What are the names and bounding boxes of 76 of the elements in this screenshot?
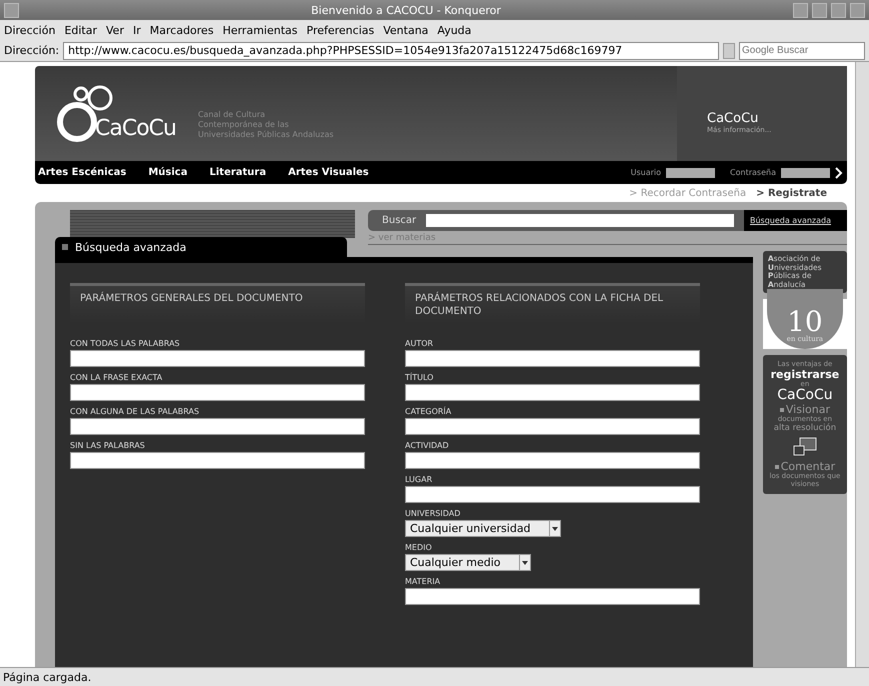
address-label: Dirección: [4, 44, 60, 57]
text-field[interactable] [70, 384, 365, 401]
user-label: Usuario [630, 168, 662, 177]
close-button[interactable] [850, 2, 865, 18]
field-label: CON LA FRASE EXACTA [70, 373, 164, 382]
dropdown-button[interactable] [723, 42, 735, 58]
nav-link[interactable]: Música [148, 167, 188, 178]
text-field[interactable] [405, 588, 700, 605]
scrollbar[interactable] [855, 62, 869, 667]
status-text: Página cargada. [0, 667, 869, 686]
caret-icon [552, 526, 558, 530]
field-label: CON ALGUNA DE LAS PALABRAS [70, 407, 200, 416]
promo-text: registrarse [770, 368, 840, 381]
caret-icon [522, 560, 528, 564]
chevron-icon[interactable] [835, 166, 843, 178]
user-field[interactable] [666, 168, 716, 178]
nav-link[interactable]: Artes Visuales [288, 167, 369, 178]
app-icon [4, 2, 19, 18]
square-icon [62, 244, 68, 250]
menu-item[interactable]: Dirección [4, 24, 56, 36]
menu-item[interactable]: Marcadores [150, 24, 214, 36]
promo-text: CaCoCu [777, 388, 833, 404]
menu-item[interactable]: Herramientas [222, 24, 298, 36]
field-label: MATERIA [405, 577, 442, 586]
minimize-button[interactable] [812, 2, 827, 18]
text-field[interactable] [70, 452, 365, 469]
help-button[interactable] [793, 2, 808, 18]
select-field[interactable]: Cualquier medio [405, 554, 530, 571]
text-field[interactable] [405, 486, 700, 503]
field-label: MEDIO [405, 543, 433, 552]
field-label: SIN LAS PALABRAS [70, 441, 146, 450]
url-field[interactable]: http://www.cacocu.es/busqueda_avanzada.php?PHPSESSID=1054e913fa207a15122475d68c169797 [63, 42, 719, 60]
side-logo: CaCoCu [707, 111, 760, 126]
tagline-text: Contemporánea de las [198, 120, 290, 130]
account-link[interactable]: > Registrate [756, 188, 827, 198]
advanced-search-link[interactable]: Búsqueda avanzada [744, 210, 847, 231]
text-field[interactable] [405, 350, 700, 367]
text-field[interactable] [405, 384, 700, 401]
menu-item[interactable]: Preferencias [306, 24, 374, 36]
text-field[interactable] [70, 418, 365, 435]
text-field[interactable] [70, 350, 365, 367]
menu-item[interactable]: Ventana [383, 24, 428, 36]
select-field[interactable]: Cualquier universidad [405, 520, 561, 537]
maximize-button[interactable] [831, 2, 846, 18]
text-field[interactable] [405, 452, 700, 469]
field-label: CATEGORÍA [405, 407, 452, 416]
text-field[interactable] [405, 418, 700, 435]
password-label: Contraseña [730, 168, 776, 177]
window-title: Bienvenido a CACOCU - Konqueror [310, 4, 502, 16]
promo-text: Visionar [786, 404, 830, 416]
field-label: UNIVERSIDAD [405, 509, 462, 518]
bullet-icon [774, 465, 779, 470]
tagline-text: Canal de Cultura [198, 110, 266, 120]
field-label: ACTIVIDAD [405, 441, 450, 450]
web-search-field[interactable]: Google Buscar [739, 42, 865, 60]
promo-text: alta resolución [774, 424, 836, 433]
menu-item[interactable]: Ir [132, 24, 141, 36]
nav-link[interactable]: Literatura [209, 167, 266, 178]
search-field[interactable] [426, 214, 734, 227]
tagline-text: Universidades Públicas Andaluzas [198, 130, 334, 140]
tab-title: Búsqueda avanzada [75, 240, 186, 254]
menu-item[interactable]: Editar [64, 24, 98, 36]
field-label: LUGAR [405, 475, 434, 484]
search-label: Buscar [382, 215, 416, 226]
menu-item[interactable]: Ayuda [437, 24, 472, 36]
nav-link[interactable]: Artes Escénicas [38, 167, 126, 178]
field-label: AUTOR [405, 339, 434, 348]
bullet-icon [780, 408, 784, 412]
promo-text: Comentar [780, 460, 836, 473]
site-logo: CaCoCu [95, 116, 176, 141]
field-label: CON TODAS LAS PALABRAS [70, 339, 181, 348]
window-icon [792, 436, 817, 457]
password-field[interactable] [781, 168, 830, 178]
badge-number: 10 [787, 309, 823, 335]
field-label: TÍTULO [405, 373, 434, 382]
menu-item[interactable]: Ver [106, 24, 124, 36]
